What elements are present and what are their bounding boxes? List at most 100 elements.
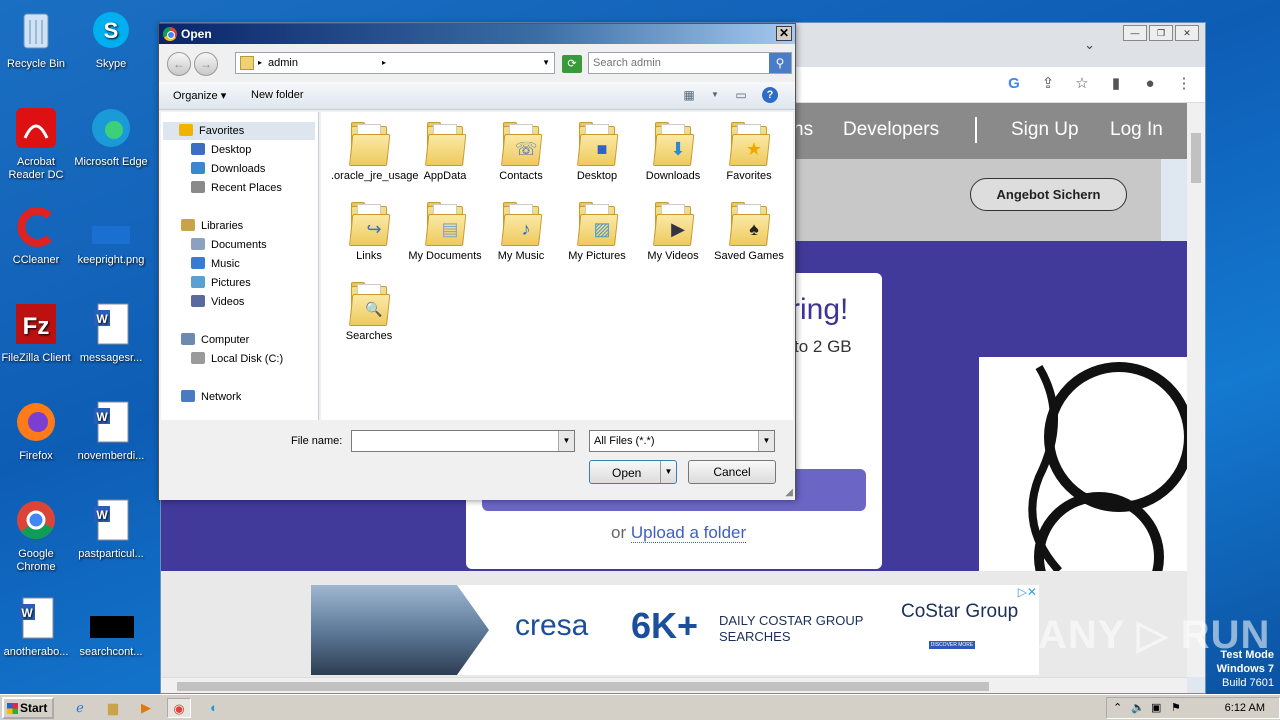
dialog-close-button[interactable]: ✕ (776, 26, 792, 41)
chevron-down-icon[interactable]: ▼ (708, 88, 722, 102)
desktop-icon-skype[interactable]: S Skype (73, 8, 149, 71)
organize-button[interactable]: Organize ▾ (173, 89, 226, 102)
close-button[interactable]: ✕ (1175, 25, 1199, 41)
file-item-links[interactable]: ↪ Links (331, 200, 407, 263)
desktop-icon-firefox[interactable]: Firefox (0, 400, 74, 463)
open-button[interactable]: Open ▼ (589, 460, 677, 484)
desktop-icon-chrome[interactable]: Google Chrome (0, 498, 74, 574)
nav-item-pictures[interactable]: Pictures (191, 274, 251, 292)
file-item-saved-games[interactable]: ♠ Saved Games (711, 200, 787, 263)
nav-item-documents[interactable]: Documents (191, 236, 267, 254)
search-icon[interactable]: ⚲ (769, 53, 791, 73)
dialog-titlebar[interactable]: Open ✕ (159, 24, 795, 44)
file-item-searches[interactable]: 🔍 Searches (331, 280, 407, 343)
nav-item-network[interactable]: Network (181, 388, 241, 406)
advertisement-banner[interactable]: cresa 6K+ DAILY COSTAR GROUP SEARCHES Co… (311, 585, 1039, 675)
nav-item-favorites[interactable]: Favorites (163, 122, 315, 140)
chevron-down-icon[interactable]: ▼ (558, 431, 574, 451)
star-icon[interactable]: ☆ (1073, 75, 1091, 93)
desktop-icon-ccleaner[interactable]: CCleaner (0, 204, 74, 267)
file-item-favorites[interactable]: ★ Favorites (711, 120, 787, 183)
nav-item-desktop[interactable]: Desktop (191, 141, 251, 159)
cancel-button[interactable]: Cancel (688, 460, 776, 484)
nav-link-partial[interactable]: ns (793, 119, 813, 141)
chevron-down-icon[interactable]: ⌄ (1084, 37, 1095, 53)
start-button[interactable]: Start (2, 697, 54, 719)
file-item-contacts[interactable]: ☏ Contacts (483, 120, 559, 183)
nav-link-developers[interactable]: Developers (843, 119, 939, 141)
file-item-my-pictures[interactable]: ▨ My Pictures (559, 200, 635, 263)
chevron-right-icon[interactable]: ▸ (382, 58, 386, 67)
nav-item-local-disk[interactable]: Local Disk (C:) (191, 350, 283, 368)
explorer-icon[interactable]: ▆ (101, 698, 125, 718)
chevron-right-icon[interactable]: ▸ (258, 58, 262, 67)
tray-expand-icon[interactable]: ⌃ (1113, 701, 1122, 714)
volume-icon[interactable]: 🔈 (1131, 701, 1145, 714)
view-options-icon[interactable]: ▦ (682, 88, 696, 102)
file-item-my-documents[interactable]: ▤ My Documents (407, 200, 483, 263)
file-type-select[interactable]: All Files (*.*) ▼ (589, 430, 775, 452)
desktop-icon-novemberdi[interactable]: W novemberdi... (73, 400, 149, 463)
profile-icon[interactable]: ● (1141, 75, 1159, 93)
chevron-down-icon[interactable]: ▼ (758, 431, 774, 451)
scroll-thumb[interactable] (1191, 133, 1201, 183)
address-bar[interactable]: ▸ admin ▸ ▼ (235, 52, 555, 74)
share-icon[interactable]: ⇪ (1039, 75, 1057, 93)
resize-grip-icon[interactable]: ◢ (785, 487, 793, 498)
desktop-icon-pastparticul[interactable]: W pastparticul... (73, 498, 149, 561)
new-folder-button[interactable]: New folder (251, 89, 304, 101)
file-item-downloads[interactable]: ⬇ Downloads (635, 120, 711, 183)
flag-icon[interactable]: ⚑ (1171, 701, 1181, 714)
sidepanel-icon[interactable]: ▮ (1107, 75, 1125, 93)
file-item-desktop[interactable]: ■ Desktop (559, 120, 635, 183)
nav-item-downloads[interactable]: Downloads (191, 160, 265, 178)
chevron-down-icon[interactable]: ▼ (542, 58, 550, 67)
minimize-button[interactable]: — (1123, 25, 1147, 41)
ad-close-icon[interactable]: ▷✕ (1018, 585, 1037, 599)
file-item-oracle-jre-usage[interactable]: .oracle_jre_usage (331, 120, 418, 183)
chrome-taskbar-icon[interactable]: ◉ (167, 698, 191, 718)
media-player-icon[interactable]: ▶ (134, 698, 158, 718)
desktop-icon-anotherabo[interactable]: W anotherabo... (0, 596, 74, 659)
refresh-icon[interactable]: ⟳ (562, 55, 582, 73)
desktop-icon-messagesr[interactable]: W messagesr... (73, 302, 149, 365)
forward-button[interactable]: → (194, 52, 218, 76)
nav-item-videos[interactable]: Videos (191, 293, 244, 311)
vertical-scrollbar[interactable] (1187, 103, 1205, 677)
file-item-my-videos[interactable]: ▶ My Videos (635, 200, 711, 263)
menu-icon[interactable]: ⋮ (1175, 75, 1193, 93)
back-button[interactable]: ← (167, 52, 191, 76)
desktop-icon-searchcont[interactable]: searchcont... (73, 596, 149, 659)
edge-taskbar-icon[interactable]: ◐ (202, 698, 226, 718)
horizontal-scrollbar[interactable] (161, 677, 1187, 693)
desktop-icon-keepright[interactable]: keepright.png (73, 204, 149, 267)
preview-pane-icon[interactable]: ▭ (734, 88, 748, 102)
file-name-combobox[interactable]: ▼ (351, 430, 575, 452)
nav-item-computer[interactable]: Computer (181, 331, 249, 349)
ad-discover-button[interactable]: DISCOVER MORE (929, 641, 975, 649)
network-tray-icon[interactable]: ▣ (1151, 701, 1161, 714)
desktop-icon-recycle-bin[interactable]: Recycle Bin (0, 8, 74, 71)
file-item-my-music[interactable]: ♪ My Music (483, 200, 559, 263)
ie-icon[interactable]: ℯ (68, 698, 92, 718)
scroll-thumb[interactable] (177, 682, 989, 691)
maximize-button[interactable]: ❐ (1149, 25, 1173, 41)
angebot-sichern-button[interactable]: Angebot Sichern (970, 178, 1127, 211)
nav-link-signup[interactable]: Sign Up (1011, 119, 1079, 141)
clock[interactable]: 6:12 AM (1225, 702, 1265, 714)
desktop-icon-acrobat[interactable]: Acrobat Reader DC (0, 106, 74, 182)
address-path[interactable]: admin (268, 57, 298, 69)
upload-folder-link[interactable]: Upload a folder (630, 523, 747, 543)
nav-item-recent-places[interactable]: Recent Places (191, 179, 282, 197)
nav-item-music[interactable]: Music (191, 255, 240, 273)
desktop-icon-edge[interactable]: Microsoft Edge (73, 106, 149, 169)
help-icon[interactable]: ? (762, 87, 778, 103)
desktop-icon-filezilla[interactable]: Fz FileZilla Client (0, 302, 74, 365)
file-item-appdata[interactable]: AppData (407, 120, 483, 183)
nav-item-libraries[interactable]: Libraries (181, 217, 243, 235)
chevron-down-icon[interactable]: ▼ (660, 461, 676, 483)
google-icon[interactable]: G (1005, 75, 1023, 93)
search-input[interactable] (593, 55, 763, 71)
search-box[interactable]: ⚲ (588, 52, 792, 74)
nav-link-login[interactable]: Log In (1110, 119, 1163, 141)
